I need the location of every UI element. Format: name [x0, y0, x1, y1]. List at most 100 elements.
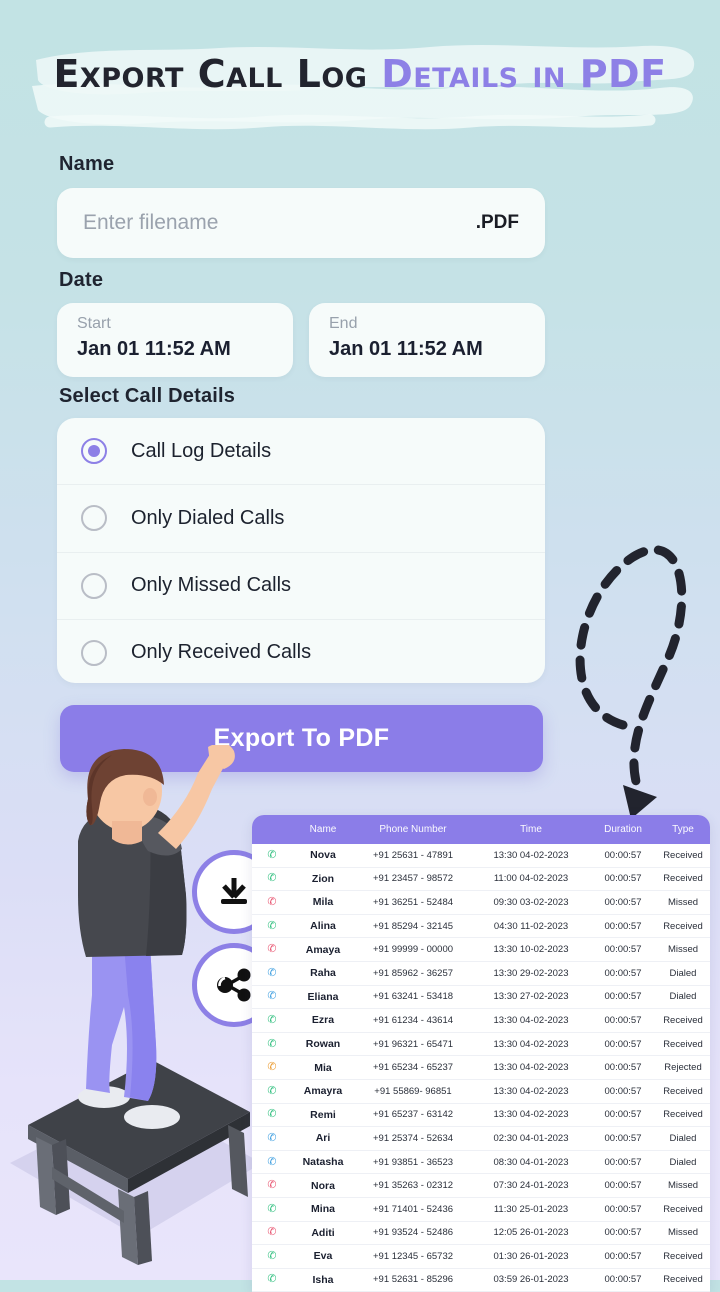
- call-type-phone-icon: ✆: [267, 1131, 277, 1144]
- cell-duration: 00:00:57: [604, 1132, 642, 1144]
- cell-duration: 00:00:57: [604, 1227, 642, 1239]
- cell-phone: +91 93851 - 36523: [372, 1156, 454, 1168]
- cell-time: 04:30 11-02-2023: [493, 920, 569, 932]
- end-date-field[interactable]: End Jan 01 11:52 AM: [309, 303, 545, 377]
- option-only-received-calls[interactable]: Only Received Calls: [57, 620, 545, 683]
- table-header-row: Name Phone Number Time Duration Type: [252, 815, 710, 844]
- table-row: ✆ Eva +91 12345 - 65732 01:30 26-01-2023 00:…: [252, 1245, 710, 1269]
- cell-time: 13:30 04-02-2023: [493, 1014, 569, 1026]
- table-row: ✆ Mina +91 71401 - 52436 11:30 25-01-2023 00…: [252, 1198, 710, 1222]
- page-title-primary: Export Call Log: [53, 52, 382, 96]
- cell-time: 07:30 24-01-2023: [493, 1180, 569, 1192]
- cell-name: Amaya: [305, 943, 341, 956]
- filename-input[interactable]: Enter filename .PDF: [57, 188, 545, 258]
- cell-phone: +91 36251 - 52484: [372, 896, 454, 908]
- cell-phone: +91 25374 - 52634: [372, 1132, 454, 1144]
- cell-duration: 00:00:57: [604, 967, 642, 979]
- filename-placeholder: Enter filename: [83, 211, 219, 234]
- cell-type: Dialed: [669, 967, 697, 979]
- cell-type: Dialed: [669, 1132, 697, 1144]
- filename-extension: .PDF: [475, 212, 519, 233]
- cell-name: Ari: [315, 1132, 331, 1145]
- cell-duration: 00:00:57: [604, 920, 642, 932]
- cell-duration: 00:00:57: [604, 1062, 642, 1074]
- cell-type: Missed: [667, 944, 699, 956]
- cell-time: 13:30 04-02-2023: [493, 1109, 569, 1121]
- option-label: Call Log Details: [131, 439, 272, 462]
- call-type-phone-icon: ✆: [267, 895, 277, 908]
- radio-icon: [81, 639, 107, 666]
- cell-duration: 00:00:57: [604, 991, 642, 1003]
- cell-type: Received: [663, 873, 703, 885]
- cell-name: Natasha: [302, 1156, 344, 1169]
- dashed-arrow-decoration: [545, 535, 720, 835]
- table-row: ✆ Zion +91 23457 - 98572 11:00 04-02-2023 00…: [252, 868, 710, 892]
- table-row: ✆ Nova +91 25631 - 47891 13:30 04-02-2023 00…: [252, 844, 710, 868]
- table-row: ✆ Ari +91 25374 - 52634 02:30 04-01-2023 00:…: [252, 1127, 710, 1151]
- share-icon: [217, 968, 251, 1002]
- cell-type: Missed: [667, 1180, 699, 1192]
- call-type-phone-icon: ✆: [267, 1037, 277, 1050]
- call-type-phone-icon: ✆: [267, 1013, 277, 1026]
- cell-duration: 00:00:57: [604, 849, 642, 861]
- option-only-dialed-calls[interactable]: Only Dialed Calls: [57, 485, 545, 553]
- cell-phone: +91 23457 - 98572: [372, 873, 454, 885]
- table-row: ✆ Aditi +91 93524 - 52486 12:05 26-01-2023 0…: [252, 1222, 710, 1246]
- table-row: ✆ Amayra +91 55869- 96851 13:30 04-02-2023 0…: [252, 1080, 710, 1104]
- radio-icon: [81, 572, 107, 599]
- option-call-log-details[interactable]: Call Log Details: [57, 418, 545, 486]
- table-header-time: Time: [520, 824, 542, 835]
- call-type-phone-icon: ✆: [267, 1202, 277, 1215]
- date-label: Date: [59, 269, 104, 291]
- cell-time: 13:30 04-02-2023: [493, 1062, 569, 1074]
- call-type-phone-icon: ✆: [267, 1155, 277, 1168]
- call-type-phone-icon: ✆: [267, 872, 277, 885]
- cell-name: Rowan: [305, 1038, 341, 1051]
- cell-duration: 00:00:57: [604, 1038, 642, 1050]
- cell-phone: +91 63241 - 53418: [372, 991, 454, 1003]
- table-row: ✆ Mia +91 65234 - 65237 13:30 04-02-2023 00:…: [252, 1056, 710, 1080]
- cell-time: 13:30 29-02-2023: [493, 967, 569, 979]
- cell-time: 13:30 04-02-2023: [493, 1038, 569, 1050]
- table-row: ✆ Isha +91 52631 - 85296 03:59 26-01-2023 00…: [252, 1269, 710, 1292]
- call-type-phone-icon: ✆: [267, 848, 277, 861]
- cell-time: 08:30 04-01-2023: [493, 1156, 569, 1168]
- cell-type: Received: [663, 1014, 703, 1026]
- cell-phone: +91 35263 - 02312: [372, 1180, 454, 1192]
- cell-name: Ezra: [311, 1014, 335, 1027]
- select-call-details-label: Select Call Details: [59, 385, 236, 407]
- call-type-phone-icon: ✆: [267, 1061, 277, 1074]
- cell-type: Rejected: [664, 1062, 702, 1074]
- cell-duration: 00:00:57: [604, 1156, 642, 1168]
- cell-time: 09:30 03-02-2023: [493, 896, 569, 908]
- cell-time: 11:00 04-02-2023: [493, 873, 569, 885]
- cell-type: Received: [663, 1203, 703, 1215]
- call-log-table: Name Phone Number Time Duration Type ✆ No…: [252, 815, 710, 1292]
- cell-type: Dialed: [669, 1156, 697, 1168]
- cell-duration: 00:00:57: [604, 1109, 642, 1121]
- start-date-caption: Start: [77, 315, 111, 332]
- table-row: ✆ Rowan +91 96321 - 65471 13:30 04-02-2023 0…: [252, 1033, 710, 1057]
- cell-phone: +91 93524 - 52486: [372, 1227, 454, 1239]
- cell-phone: +91 71401 - 52436: [372, 1203, 454, 1215]
- table-row: ✆ Mila +91 36251 - 52484 09:30 03-02-2023 00…: [252, 891, 710, 915]
- call-type-phone-icon: ✆: [267, 1108, 277, 1121]
- cell-duration: 00:00:57: [604, 1180, 642, 1192]
- cell-duration: 00:00:57: [604, 1085, 642, 1097]
- call-type-phone-icon: ✆: [267, 1179, 277, 1192]
- cell-name: Zion: [311, 872, 335, 885]
- cell-duration: 00:00:57: [604, 1250, 642, 1262]
- cell-time: 13:30 27-02-2023: [493, 991, 569, 1003]
- cell-phone: +91 99999 - 00000: [372, 944, 454, 956]
- cell-time: 13:30 10-02-2023: [493, 944, 569, 956]
- cell-duration: 00:00:57: [604, 1203, 642, 1215]
- cell-duration: 00:00:57: [604, 896, 642, 908]
- start-date-field[interactable]: Start Jan 01 11:52 AM: [57, 303, 293, 377]
- cell-phone: +91 65237 - 63142: [372, 1109, 454, 1121]
- page-title: Export Call Log Details in PDF: [0, 52, 720, 96]
- cell-name: Remi: [310, 1108, 336, 1121]
- cell-time: 13:30 04-02-2023: [493, 849, 569, 861]
- cell-type: Received: [663, 1038, 703, 1050]
- table-row: ✆ Amaya +91 99999 - 00000 13:30 10-02-2023 0…: [252, 938, 710, 962]
- option-only-missed-calls[interactable]: Only Missed Calls: [57, 553, 545, 620]
